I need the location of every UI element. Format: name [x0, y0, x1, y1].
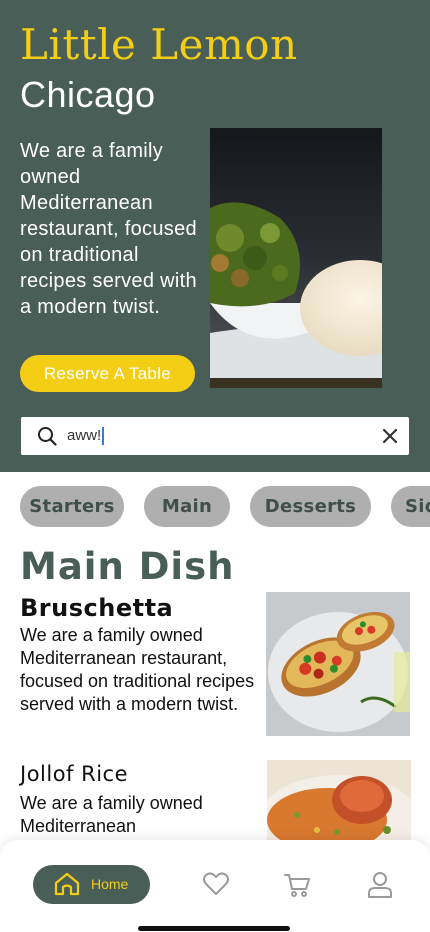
category-filter-row: Starters Main Desserts Sides	[0, 472, 430, 542]
section-title: Main Dish	[20, 545, 235, 588]
brand-title: Little Lemon	[20, 20, 298, 69]
dish-name[interactable]: Jollof Rice	[20, 762, 128, 786]
profile-icon[interactable]	[367, 871, 393, 899]
category-chip-starters[interactable]: Starters	[20, 486, 124, 527]
reserve-table-button[interactable]: Reserve A Table	[20, 355, 195, 392]
dish-photo-jollof-rice[interactable]	[267, 760, 411, 850]
hero-dish-photo	[210, 128, 382, 388]
hero-section: Little Lemon Chicago We are a family own…	[0, 0, 430, 472]
search-input-value: aww!	[67, 427, 102, 444]
dish-photo-bruschetta[interactable]	[266, 592, 410, 736]
category-chip-sides[interactable]: Sides	[391, 486, 430, 527]
category-chip-main[interactable]: Main	[144, 486, 230, 527]
heart-icon[interactable]	[202, 871, 230, 897]
search-bar[interactable]: aww!	[21, 417, 409, 455]
search-icon	[38, 427, 57, 446]
nav-home-tab[interactable]: Home	[33, 865, 150, 904]
dish-description: We are a family owned Mediterranean	[20, 793, 203, 836]
category-chip-desserts[interactable]: Desserts	[250, 486, 371, 527]
bottom-navigation: Home	[0, 840, 430, 932]
bruschetta-photo	[266, 592, 410, 736]
dish-name[interactable]: Bruschetta	[20, 594, 173, 622]
text-caret	[102, 427, 104, 446]
jollof-rice-photo	[267, 760, 411, 850]
close-icon[interactable]	[381, 427, 399, 445]
nav-home-label: Home	[91, 876, 129, 892]
home-indicator-bar	[138, 926, 290, 931]
search-input[interactable]: aww!	[67, 427, 104, 446]
dish-description: We are a family owned Mediterranean rest…	[20, 625, 255, 714]
city-label: Chicago	[20, 74, 156, 115]
hero-dish-illustration	[210, 128, 382, 388]
cart-icon[interactable]	[283, 871, 311, 899]
home-icon	[54, 872, 80, 896]
hero-description: We are a family owned Mediterranean rest…	[20, 140, 197, 318]
